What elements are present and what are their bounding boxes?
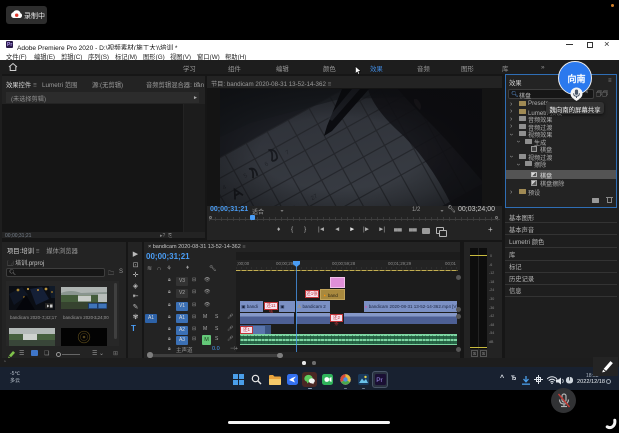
svg-text:Pr: Pr — [376, 377, 383, 384]
